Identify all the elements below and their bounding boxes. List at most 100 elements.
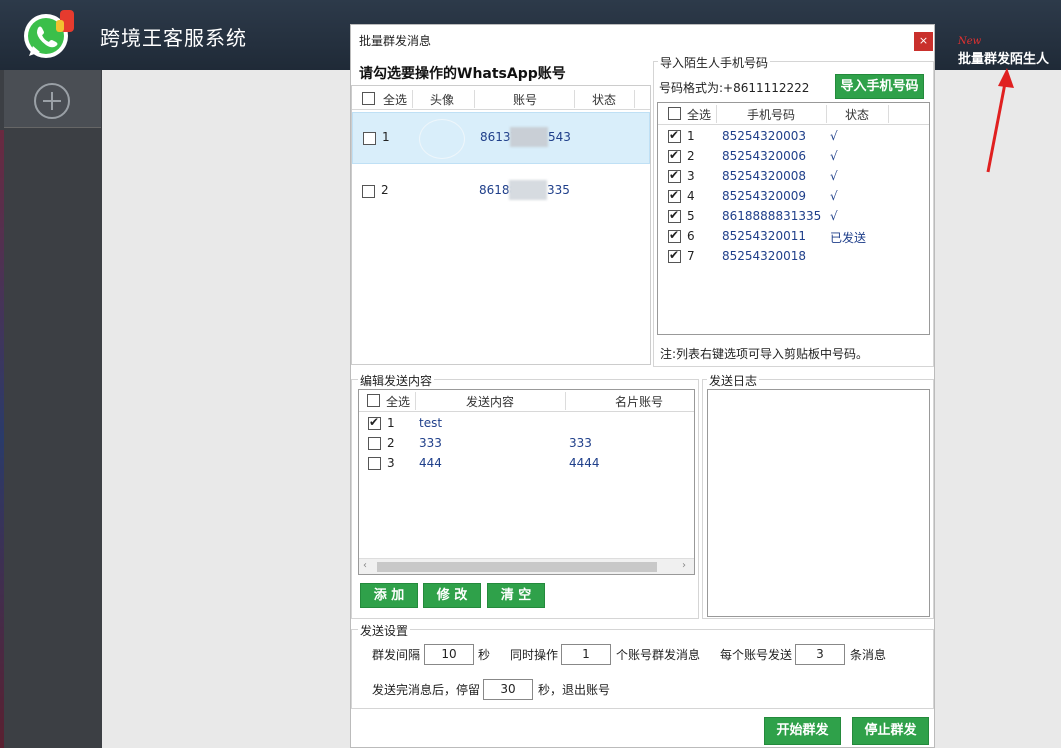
pause-input[interactable]: 30 <box>483 679 533 700</box>
content-col-card: 名片账号 <box>614 395 663 409</box>
phone-row[interactable]: 4 85254320009 √ <box>658 187 929 207</box>
content-row-checkbox[interactable] <box>368 437 381 450</box>
content-row[interactable]: 2 333 333 <box>359 434 694 454</box>
content-text: 333 <box>419 436 442 450</box>
phone-format-label: 号码格式为:+8611112222 <box>659 81 810 95</box>
add-account-button[interactable] <box>4 70 101 128</box>
content-row-checkbox[interactable] <box>368 457 381 470</box>
accounts-header: 全选 头像 账号 状态 <box>352 88 650 110</box>
phone-row-checkbox[interactable] <box>668 228 681 243</box>
whatsapp-logo-icon <box>24 10 74 58</box>
phone-status: √ <box>830 169 838 183</box>
accounts-panel: 全选 头像 账号 状态 1 86137 543 2 86188 335 <box>351 85 651 365</box>
phone-row[interactable]: 7 85254320018 <box>658 247 929 267</box>
phone-row[interactable]: 1 85254320003 √ <box>658 127 929 147</box>
content-list: 全选 发送内容 名片账号 1 test 2 333 333 3 <box>358 389 695 575</box>
phone-number: 85254320003 <box>722 129 806 143</box>
add-content-button[interactable]: 添 加 <box>360 583 418 608</box>
log-area[interactable] <box>707 389 930 617</box>
content-legend: 编辑发送内容 <box>358 372 435 389</box>
pause-label: 发送完消息后，停留 <box>372 683 481 697</box>
content-col-text: 发送内容 <box>465 395 514 409</box>
phone-row[interactable]: 2 85254320006 √ <box>658 147 929 167</box>
content-frame: 编辑发送内容 全选 发送内容 名片账号 1 test 2 333 333 <box>351 372 699 619</box>
content-row[interactable]: 1 test <box>359 414 694 434</box>
plus-icon <box>34 83 70 119</box>
account-row-checkbox[interactable] <box>362 185 375 198</box>
phone-row-checkbox[interactable] <box>668 128 681 143</box>
scrollbar-thumb[interactable] <box>377 562 657 572</box>
sidebar-edge <box>0 130 4 748</box>
settings-frame: 发送设置 群发间隔 10 秒 同时操作 1 个账号群发消息 每个账号发送 3 条… <box>351 622 934 709</box>
phone-status: 已发送 <box>830 231 867 245</box>
edit-content-button[interactable]: 修 改 <box>423 583 481 608</box>
phone-row-checkbox[interactable] <box>668 188 681 203</box>
phone-list-header: 全选 手机号码 状态 <box>658 103 929 125</box>
phone-row-checkbox[interactable] <box>668 148 681 163</box>
redacted-block <box>509 180 547 200</box>
content-row[interactable]: 3 444 4444 <box>359 454 694 474</box>
avatar <box>419 119 465 159</box>
phone-status: √ <box>830 189 838 203</box>
content-row-checkbox[interactable] <box>368 415 381 430</box>
dialog-title: 批量群发消息 <box>359 34 432 48</box>
account-row[interactable]: 1 86137 543 <box>352 112 650 164</box>
concurrent-label: 同时操作 <box>510 648 559 662</box>
import-phone-button[interactable]: 导入手机号码 <box>835 74 924 99</box>
horizontal-scrollbar[interactable]: ‹ › <box>359 558 694 574</box>
clear-content-button[interactable]: 清 空 <box>487 583 545 608</box>
content-card: 333 <box>569 436 592 450</box>
phone-number: 85254320011 <box>722 229 806 243</box>
content-card: 4444 <box>569 456 600 470</box>
import-frame: 导入陌生人手机号码 号码格式为:+8611112222 导入手机号码 全选 手机… <box>653 54 934 367</box>
close-button[interactable]: × <box>914 32 933 51</box>
account-row-checkbox[interactable] <box>363 132 376 145</box>
log-legend: 发送日志 <box>707 372 760 389</box>
account-row[interactable]: 2 86188 335 <box>352 166 650 218</box>
content-select-all-checkbox[interactable] <box>367 394 380 407</box>
interval-input[interactable]: 10 <box>424 644 474 665</box>
phone-col-number: 手机号码 <box>746 108 795 122</box>
content-list-header: 全选 发送内容 名片账号 <box>359 390 694 412</box>
phone-row[interactable]: 6 85254320011 已发送 <box>658 227 929 247</box>
red-arrow-annotation <box>986 68 1014 173</box>
per-account-unit: 条消息 <box>850 648 887 662</box>
new-badge: New <box>958 36 982 47</box>
interval-unit: 秒 <box>478 648 491 662</box>
accounts-col-selectall: 全选 <box>382 93 407 107</box>
concurrent-unit: 个账号群发消息 <box>616 648 701 662</box>
accounts-col-avatar: 头像 <box>429 93 454 107</box>
phone-select-all-checkbox[interactable] <box>668 107 681 120</box>
account-index: 1 <box>382 130 390 144</box>
per-account-input[interactable]: 3 <box>795 644 845 665</box>
interval-label: 群发间隔 <box>372 648 421 662</box>
import-note: 注:列表右键选项可导入剪贴板中号码。 <box>660 347 869 361</box>
accounts-col-account: 账号 <box>512 93 537 107</box>
concurrent-input[interactable]: 1 <box>561 644 611 665</box>
phone-col-selectall: 全选 <box>686 108 711 122</box>
scroll-left-icon[interactable]: ‹ <box>363 560 367 571</box>
content-col-selectall: 全选 <box>385 395 410 409</box>
phone-index: 5 <box>687 209 695 223</box>
stop-bulk-send-button[interactable]: 停止群发 <box>852 717 929 745</box>
phone-row-checkbox[interactable] <box>668 168 681 183</box>
app-title: 跨境王客服系统 <box>100 26 247 50</box>
phone-number: 85254320018 <box>722 249 806 263</box>
phone-row[interactable]: 5 8618888831335 √ <box>658 207 929 227</box>
per-account-label: 每个账号发送 <box>720 648 793 662</box>
accounts-select-all-checkbox[interactable] <box>362 92 375 105</box>
phone-row[interactable]: 3 85254320008 √ <box>658 167 929 187</box>
content-index: 3 <box>387 456 395 470</box>
phone-row-checkbox[interactable] <box>668 248 681 263</box>
phone-row-checkbox[interactable] <box>668 208 681 223</box>
phone-index: 3 <box>687 169 695 183</box>
scroll-right-icon[interactable]: › <box>682 560 686 571</box>
bulk-message-dialog: 批量群发消息 × 请勾选要操作的WhatsApp账号 全选 头像 账号 状态 1… <box>350 24 935 748</box>
start-bulk-send-button[interactable]: 开始群发 <box>764 717 841 745</box>
accounts-heading: 请勾选要操作的WhatsApp账号 <box>359 66 566 82</box>
content-index: 1 <box>387 416 395 430</box>
content-text: 444 <box>419 456 442 470</box>
account-number-tail: 543 <box>548 130 571 144</box>
phone-status: √ <box>830 209 838 223</box>
phone-index: 4 <box>687 189 695 203</box>
